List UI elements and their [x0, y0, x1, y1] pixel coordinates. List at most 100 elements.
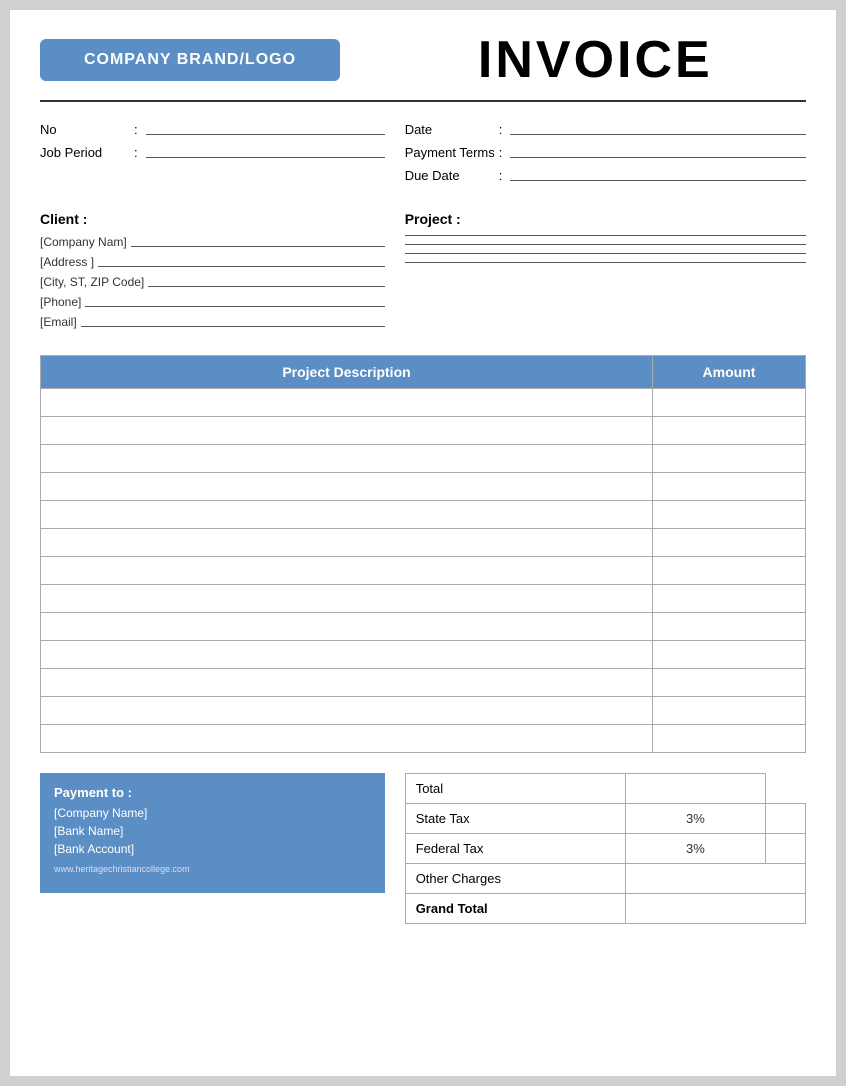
footer-section: Payment to : [Company Name] [Bank Name] … [40, 773, 806, 924]
client-city-line [148, 286, 384, 287]
job-period-line [146, 157, 385, 158]
table-row [41, 557, 806, 585]
row-amount [653, 417, 806, 445]
project-field-line-3 [405, 253, 806, 254]
due-date-line [510, 180, 806, 181]
state-tax-label: State Tax [405, 804, 625, 834]
invoice-table: Project Description Amount [40, 355, 806, 753]
client-city-row: [City, ST, ZIP Code] [40, 275, 385, 289]
payment-terms-colon: : [499, 145, 503, 160]
other-charges-row: Other Charges [405, 864, 805, 894]
payment-terms-line [510, 157, 806, 158]
row-amount [653, 641, 806, 669]
row-amount [653, 669, 806, 697]
job-period-row: Job Period : [40, 145, 385, 160]
row-description [41, 585, 653, 613]
logo-area: COMPANY BRAND/LOGO [40, 39, 385, 81]
payment-terms-label: Payment Terms [405, 145, 495, 160]
row-amount [653, 725, 806, 753]
project-field-line-4 [405, 262, 806, 263]
date-row: Date : [405, 122, 806, 137]
client-address-line [98, 266, 385, 267]
project-label: Project : [405, 211, 806, 227]
invoice-title-area: INVOICE [385, 30, 806, 90]
date-colon: : [499, 122, 503, 137]
client-company-row: [Company Nam] [40, 235, 385, 249]
client-company-name: [Company Nam] [40, 235, 131, 249]
row-description [41, 725, 653, 753]
payment-block: Payment to : [Company Name] [Bank Name] … [40, 773, 385, 893]
project-field-line-1 [405, 235, 806, 236]
invoice-title: INVOICE [478, 31, 713, 89]
federal-tax-row: Federal Tax 3% [405, 834, 805, 864]
row-description [41, 557, 653, 585]
col-amount: Amount [653, 356, 806, 389]
project-field-line-2 [405, 244, 806, 245]
row-amount [653, 445, 806, 473]
row-description [41, 529, 653, 557]
row-amount [653, 389, 806, 417]
watermark: www.heritagechristiancollege.com [54, 864, 371, 874]
project-line-1 [405, 235, 806, 238]
state-tax-pct: 3% [625, 804, 765, 834]
federal-tax-value [765, 834, 805, 864]
row-description [41, 669, 653, 697]
invoice-page: COMPANY BRAND/LOGO INVOICE No : Job Peri… [10, 10, 836, 1076]
table-row [41, 697, 806, 725]
other-charges-label: Other Charges [405, 864, 625, 894]
table-row [41, 501, 806, 529]
table-row [41, 473, 806, 501]
no-line [146, 134, 385, 135]
table-row [41, 585, 806, 613]
row-description [41, 641, 653, 669]
client-email: [Email] [40, 315, 81, 329]
no-label: No [40, 122, 130, 137]
payment-bank-name: [Bank Name] [54, 824, 371, 838]
row-description [41, 697, 653, 725]
federal-tax-pct: 3% [625, 834, 765, 864]
table-row [41, 669, 806, 697]
table-row [41, 389, 806, 417]
grand-total-value [625, 894, 805, 924]
client-phone-row: [Phone] [40, 295, 385, 309]
row-description [41, 417, 653, 445]
row-description [41, 389, 653, 417]
table-row [41, 613, 806, 641]
payment-to-label: Payment to : [54, 785, 371, 800]
job-period-colon: : [134, 145, 138, 160]
date-label: Date [405, 122, 495, 137]
table-row [41, 445, 806, 473]
row-amount [653, 473, 806, 501]
client-phone-line [85, 306, 384, 307]
table-row [41, 641, 806, 669]
other-charges-value [625, 864, 805, 894]
row-description [41, 613, 653, 641]
state-tax-row: State Tax 3% [405, 804, 805, 834]
no-colon: : [134, 122, 138, 137]
payment-company: [Company Name] [54, 806, 371, 820]
totals-block: Total State Tax 3% Federal Tax 3% Other … [405, 773, 806, 924]
table-row [41, 529, 806, 557]
grand-total-row: Grand Total [405, 894, 805, 924]
row-description [41, 473, 653, 501]
client-address: [Address ] [40, 255, 98, 269]
row-description [41, 501, 653, 529]
client-phone: [Phone] [40, 295, 85, 309]
project-line-3 [405, 253, 806, 256]
table-header-row: Project Description Amount [41, 356, 806, 389]
project-block: Project : [405, 211, 806, 335]
row-amount [653, 529, 806, 557]
total-value [625, 774, 765, 804]
totals-table: Total State Tax 3% Federal Tax 3% Other … [405, 773, 806, 924]
meta-left: No : Job Period : [40, 122, 385, 191]
payment-bank-account: [Bank Account] [54, 842, 371, 856]
client-email-row: [Email] [40, 315, 385, 329]
row-amount [653, 697, 806, 725]
federal-tax-label: Federal Tax [405, 834, 625, 864]
table-row [41, 417, 806, 445]
total-label: Total [405, 774, 625, 804]
due-date-colon: : [499, 168, 503, 183]
grand-total-label: Grand Total [405, 894, 625, 924]
client-label: Client : [40, 211, 385, 227]
state-tax-value [765, 804, 805, 834]
